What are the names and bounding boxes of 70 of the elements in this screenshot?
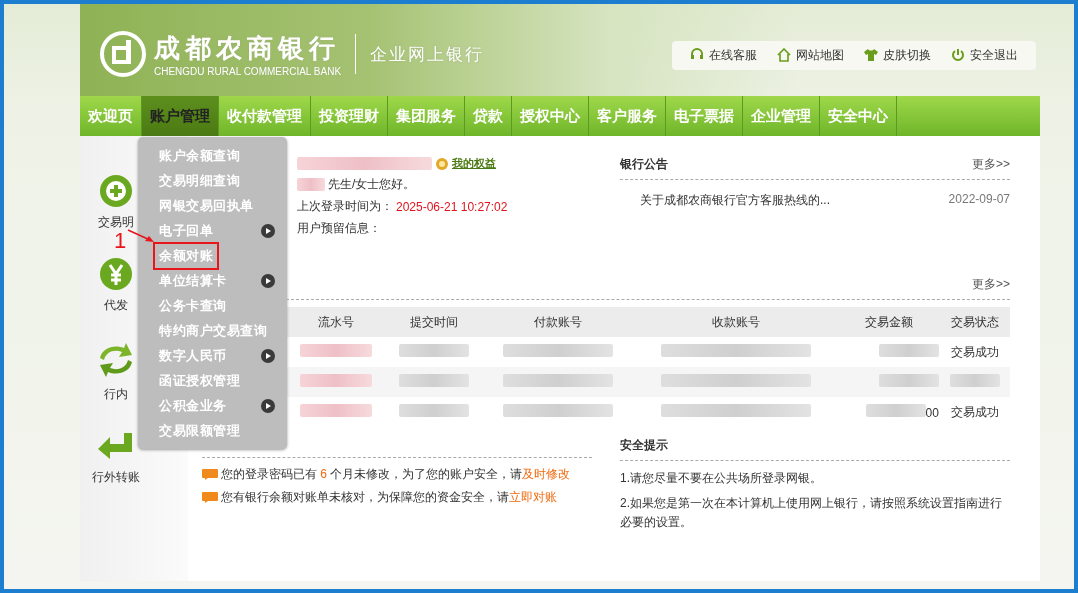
quick-link-label[interactable]: 行内 <box>104 386 128 403</box>
annotation-number: 1 <box>114 230 127 252</box>
annotation-arrow <box>126 228 157 244</box>
last-login-label: 上次登录时间为： <box>297 198 393 215</box>
benefits-link[interactable]: 我的权益 <box>452 156 496 171</box>
todo-link[interactable]: 立即对账 <box>509 490 557 504</box>
section-title: 安全提示 <box>620 437 668 454</box>
menu-item[interactable]: 余额对账 <box>156 244 216 267</box>
column-header: 提交时间 <box>385 307 483 337</box>
more-link[interactable]: 更多>> <box>972 156 1010 173</box>
announcement-link[interactable]: 关于成都农商银行官方客服热线的... <box>640 192 830 209</box>
menu-item[interactable]: 特约商户交易查询 <box>156 319 270 342</box>
menu-item[interactable]: 账户余额查询 <box>156 144 243 167</box>
menu-item[interactable]: 交易明细查询 <box>156 169 243 192</box>
more-link[interactable]: 更多>> <box>972 276 1010 293</box>
menu-item[interactable]: 电子回单 <box>156 219 216 242</box>
quick-link-label[interactable]: 代发 <box>104 297 128 314</box>
menu-item[interactable]: 单位结算卡 <box>156 269 230 292</box>
nav-tab[interactable]: 账户管理 <box>142 96 219 136</box>
headset-icon <box>690 48 704 62</box>
toolbar-link[interactable]: 皮肤切换 <box>856 46 939 64</box>
shirt-icon <box>864 48 878 62</box>
quick-link-label[interactable]: 行外转账 <box>92 469 140 486</box>
yen-icon[interactable] <box>99 257 133 291</box>
bank-english-name: CHENGDU RURAL COMMERCIAL BANK <box>154 66 342 77</box>
redacted-cell <box>949 374 1000 387</box>
todo-text: 您的登录密码已有 6 个月未修改，为了您的账户安全，请及时修改 <box>221 466 571 483</box>
menu-item[interactable]: 公务卡查询 <box>156 294 230 317</box>
logo-icon <box>100 31 146 77</box>
todo-text: 您有银行余额对账单未核对，为保障您的资金安全，请立即对账 <box>221 489 557 506</box>
toolbar-link[interactable]: 在线客服 <box>682 46 765 64</box>
menu-item[interactable]: 函证授权管理 <box>156 369 243 392</box>
column-header: 付款账号 <box>482 307 634 337</box>
menu-item[interactable]: 交易限额管理 <box>156 419 243 442</box>
product-name: 企业网上银行 <box>370 42 485 66</box>
security-tip: 1.请您尽量不要在公共场所登录网银。 <box>620 470 823 487</box>
security-tip: 2.如果您是第一次在本计算机上使用网上银行，请按照系统设置指南进行必要的设置。 <box>620 495 1003 532</box>
toolbar-link[interactable]: 网站地图 <box>769 46 852 64</box>
column-header: 交易金额 <box>838 307 940 337</box>
redacted-cell <box>878 374 939 387</box>
menu-item[interactable]: 数字人民币 <box>156 344 230 367</box>
column-header: 收款账号 <box>633 307 839 337</box>
redacted-cell <box>399 344 470 357</box>
redacted-name <box>297 178 325 191</box>
section-title: 银行公告 <box>620 156 668 173</box>
todo-link[interactable]: 及时修改 <box>522 467 571 481</box>
toolbar-link[interactable]: 安全退出 <box>943 46 1026 64</box>
redacted-cell <box>399 404 470 417</box>
home-icon <box>777 48 791 62</box>
redacted-cell <box>865 404 926 417</box>
announcement-date: 2022-09-07 <box>948 192 1010 208</box>
plus-icon[interactable] <box>99 174 133 208</box>
status-text: 交易成功 <box>950 404 999 419</box>
column-header: 交易状态 <box>939 307 1010 337</box>
redacted-cell <box>399 374 470 387</box>
reserved-info-label: 用户预留信息： <box>297 220 381 237</box>
quick-link-label[interactable]: 交易明 <box>98 214 134 231</box>
new-badge-icon <box>202 492 218 503</box>
amount-text: 00 <box>925 406 939 420</box>
medal-icon <box>435 156 449 171</box>
status-text: 交易成功 <box>950 344 999 359</box>
new-badge-icon <box>202 469 218 480</box>
power-icon <box>951 48 965 62</box>
column-header: 流水号 <box>286 307 386 337</box>
last-login-time: 2025-06-21 10:27:02 <box>396 199 508 214</box>
menu-item[interactable]: 公积金业务 <box>156 394 230 417</box>
menu-item[interactable]: 网银交易回执单 <box>156 194 257 217</box>
bank-name: 成都农商银行 <box>154 32 341 65</box>
redacted-cell <box>878 344 939 357</box>
greeting-text: 先生/女士您好。 <box>328 176 416 193</box>
